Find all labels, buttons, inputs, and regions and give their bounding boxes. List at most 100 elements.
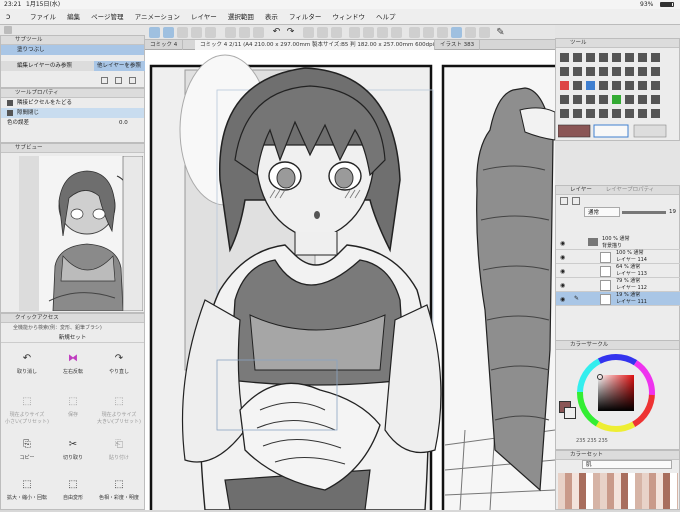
layer-opacity: 100 % 通常 [602,236,630,242]
eye-icon[interactable]: ◉ [560,254,565,261]
menu-page[interactable]: ページ管理 [91,9,123,25]
brush-icon[interactable]: ✎ [495,27,506,38]
qa-undo-button[interactable]: ↶ 取り消し [5,346,49,386]
qa-free-transform-button[interactable]: ⬚ 自由変形 [51,472,95,512]
export-icon[interactable] [191,27,202,38]
color-set-select-row: 肌 [556,460,679,470]
left-toolbar [0,25,145,35]
menu-filter[interactable]: フィルター [289,9,321,25]
shrink-selection-icon[interactable] [391,27,402,38]
tab-comic-4[interactable]: コミック 4 [145,40,184,50]
layer-row[interactable]: ◉ 64 % 通常 レイヤー 113 [556,264,680,278]
menu-window[interactable]: ウィンドウ [332,9,365,25]
menu-animation[interactable]: アニメーション [135,9,180,25]
tab-illust-383[interactable]: イラスト 383 [435,40,481,50]
new-icon[interactable] [149,27,160,38]
save-icon[interactable] [177,27,188,38]
expand-selection-icon[interactable] [377,27,388,38]
subview-thumbnail[interactable] [19,156,143,311]
canvas-area[interactable] [145,50,555,510]
pen-pressure-icon[interactable] [465,27,476,38]
copy-subtool-icon[interactable] [101,77,108,84]
eye-icon[interactable]: ◉ [560,240,565,247]
qa-hsl-button[interactable]: ⬚ 色相・彩度・明度 [97,472,141,512]
fill-icon[interactable] [331,27,342,38]
qa-paste-button[interactable]: ⎗ 貼り付け [97,432,141,472]
opacity-slider[interactable] [622,211,666,214]
layer-row-selected[interactable]: ◉ ✎ 19 % 通常 レイヤー 111 [556,292,680,306]
snap-ruler-icon[interactable] [409,27,420,38]
share-icon[interactable] [239,27,250,38]
qa-larger-button[interactable]: ⬚ 現在よりサイズ 大きい(プリセット) [97,389,141,429]
tool-grid[interactable] [558,51,678,139]
menu-edit[interactable]: 編集 [67,9,80,25]
menu-view[interactable]: 表示 [265,9,278,25]
tool-property-header: ツールプロパティ [1,89,144,98]
qa-redo-button[interactable]: ↷ やり直し [97,346,141,386]
qa-copy-button[interactable]: ⎘ コピー [5,432,49,472]
prop-adjacent[interactable]: 隣接ピクセルをたどる [1,98,144,108]
subtool-actions [101,77,141,85]
qa-flip-button[interactable]: ⧓ 左右反転 [51,346,95,386]
color-wheel[interactable] [576,353,656,433]
invert-selection-icon[interactable] [363,27,374,38]
snap-grid-icon[interactable] [437,27,448,38]
color-swatch-grid[interactable] [558,473,678,509]
quick-access-set-select[interactable]: 新規セット [1,333,144,343]
pen-settings-icon[interactable] [451,27,462,38]
sub-color-swatch[interactable] [564,407,576,419]
open-icon[interactable] [163,27,174,38]
eye-icon[interactable]: ◉ [560,268,565,275]
layer-row[interactable]: ◉ 79 % 通常 レイヤー 112 [556,278,680,292]
prop-tolerance[interactable]: 色の誤差 0.0 [1,118,144,128]
undo-icon: ↶ [22,353,32,364]
redo-icon[interactable]: ↷ [285,27,296,38]
print-icon[interactable] [205,27,216,38]
layer-menu-icon[interactable] [560,197,568,205]
layer-property-tab[interactable]: レイヤープロパティ [606,187,655,193]
tab-comic-4-page[interactable]: コミック 4 2/11 (A4 210.00 x 297.00mm 製本サイズ:… [195,40,435,50]
menu-help[interactable]: ヘルプ [376,9,396,25]
deselect-icon[interactable] [349,27,360,38]
subtool-item-fill[interactable]: 塗りつぶし [1,45,144,55]
eraser-icon[interactable] [479,27,490,38]
eye-icon[interactable]: ◉ [560,296,565,303]
layer-row[interactable]: ◉ 100 % 通常 レイヤー 114 [556,250,680,264]
blend-mode-select[interactable]: 通常 [584,207,620,217]
battery-icon [660,2,674,7]
layer-row[interactable]: ◉ 100 % 通常 背景描り [556,236,680,250]
prop-gap-close[interactable]: 隙間閉じ [1,108,144,118]
subtool-item-edit-layer[interactable]: 編集レイヤーのみ参照 他レイヤーを参照 [1,61,146,71]
undo-icon[interactable]: ↶ [271,27,282,38]
menu-layer[interactable]: レイヤー [191,9,217,25]
eye-icon[interactable]: ◉ [560,282,565,289]
free-transform-icon: ⬚ [68,479,78,490]
qa-transform-button[interactable]: ⬚ 拡大・縮小・回転 [5,472,49,512]
right-panels: ツール レイヤー レイヤープロパティ 通常 19 ◉ 100 % 通常 背景描り… [555,25,680,510]
checkbox-icon[interactable] [7,100,13,106]
delete-subtool-icon[interactable] [129,77,136,84]
stamp-icon[interactable] [225,27,236,38]
color-set-select[interactable]: 肌 [582,460,672,469]
upload-icon[interactable] [253,27,264,38]
checkbox-icon[interactable] [7,110,13,116]
command-bar: ↶ ↷ ✎ [145,25,555,40]
menu-selection[interactable]: 選択範囲 [228,9,254,25]
app-logo-icon[interactable]: ↄ [6,9,10,25]
panel-toggle-icon[interactable] [4,26,12,34]
qa-cut-button[interactable]: ✂ 切り取り [51,432,95,472]
new-subtool-icon[interactable] [115,77,122,84]
snap-special-ruler-icon[interactable] [423,27,434,38]
qa-smaller-button[interactable]: ⬚ 現在よりサイズ 小さい(プリセット) [5,389,49,429]
clear-icon[interactable] [303,27,314,38]
flip-horizontal-icon: ⧓ [68,353,78,364]
layer-lock-icon[interactable] [572,197,580,205]
manga-page-canvas[interactable] [145,50,555,510]
subtool-label-refer-other[interactable]: 他レイヤーを参照 [94,61,146,71]
menu-file[interactable]: ファイル [30,9,56,25]
layer-tab[interactable]: レイヤー [570,187,592,193]
qa-save-button[interactable]: ⬚ 保存 [51,389,95,429]
layer-name: レイヤー 112 [616,285,647,291]
clear-outside-icon[interactable] [317,27,328,38]
quick-access-search[interactable]: 全機能から検索(例：変形、鉛筆ブラシ) [1,323,144,333]
